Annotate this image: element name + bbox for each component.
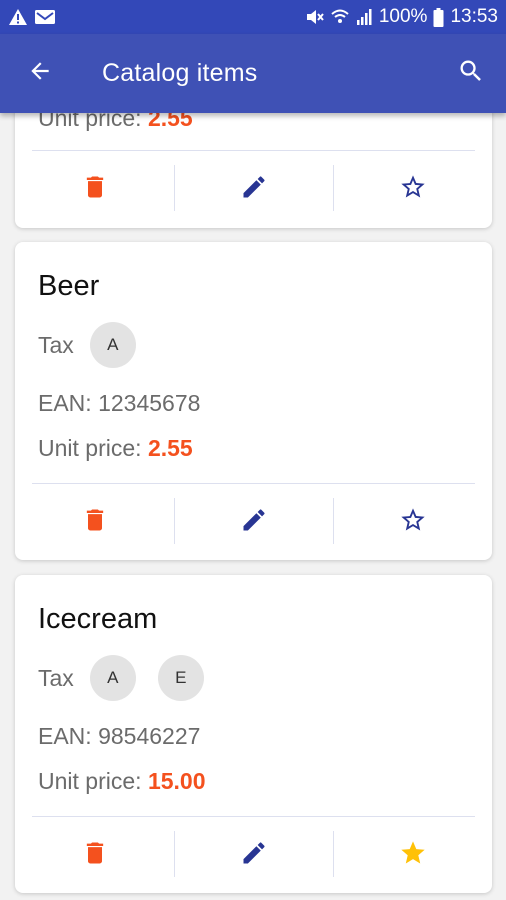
clock: 13:53 <box>450 6 498 27</box>
search-button[interactable] <box>436 34 506 113</box>
tax-row: Tax A E <box>38 655 226 701</box>
favorite-button[interactable] <box>333 151 492 227</box>
tax-chip: E <box>157 655 204 701</box>
arrow-back-icon <box>27 58 53 89</box>
unit-price: Unit price: 2.55 <box>38 435 193 462</box>
unit-price-label: Unit price: <box>38 768 148 794</box>
delete-icon <box>81 506 109 539</box>
delete-icon <box>81 173 109 206</box>
catalog-item-card: Beer Tax A EAN: 12345678 Unit price: 2.5… <box>15 242 492 560</box>
signal-icon <box>355 8 373 26</box>
edit-button[interactable] <box>174 151 333 227</box>
catalog-list[interactable]: Unit price: 2.55 Beer Tax A EAN: 1234567… <box>0 113 506 900</box>
ean: EAN: 12345678 <box>38 390 200 417</box>
unit-price-value: 2.55 <box>147 113 193 131</box>
ean-value: 98546227 <box>98 723 201 749</box>
battery-percent: 100% <box>378 6 428 27</box>
tax-chip: A <box>89 322 136 368</box>
tax-row: Tax A <box>38 322 158 368</box>
unit-price: Unit price: 15.00 <box>38 768 206 795</box>
tax-label: Tax <box>38 664 74 691</box>
card-actions <box>15 151 492 227</box>
unit-price-value: 2.55 <box>147 435 193 461</box>
search-icon <box>457 57 485 90</box>
mute-icon <box>305 8 325 26</box>
delete-button[interactable] <box>15 484 174 560</box>
card-actions <box>15 817 492 893</box>
tax-label: Tax <box>38 331 74 358</box>
item-name: Beer <box>38 270 100 302</box>
delete-icon <box>81 839 109 872</box>
tax-chip: A <box>89 655 136 701</box>
star-outline-icon <box>399 506 427 539</box>
favorite-button[interactable] <box>333 484 492 560</box>
status-bar: 100% 13:53 <box>0 0 506 34</box>
star-filled-icon <box>399 839 427 872</box>
edit-icon <box>240 173 268 206</box>
unit-price-label: Unit price: <box>38 113 148 131</box>
wifi-icon <box>331 8 349 26</box>
catalog-item-card: Unit price: 2.55 <box>15 113 492 228</box>
back-button[interactable] <box>0 34 80 113</box>
edit-button[interactable] <box>174 817 333 893</box>
ean: EAN: 98546227 <box>38 723 200 750</box>
item-name: Icecream <box>38 603 158 635</box>
battery-icon <box>433 7 444 27</box>
app-bar: Catalog items <box>0 34 506 113</box>
page-title: Catalog items <box>102 59 258 87</box>
ean-value: 12345678 <box>98 390 201 416</box>
catalog-item-card: Icecream Tax A E EAN: 98546227 Unit pric… <box>15 575 492 893</box>
edit-icon <box>240 506 268 539</box>
card-actions <box>15 484 492 560</box>
unit-price: Unit price: 2.55 <box>38 113 193 132</box>
warning-icon <box>8 8 28 26</box>
star-outline-icon <box>399 173 427 206</box>
favorite-button[interactable] <box>333 817 492 893</box>
edit-icon <box>240 839 268 872</box>
unit-price-value: 15.00 <box>147 768 206 794</box>
edit-button[interactable] <box>174 484 333 560</box>
delete-button[interactable] <box>15 817 174 893</box>
unit-price-label: Unit price: <box>38 435 148 461</box>
ean-label: EAN: <box>38 390 99 416</box>
ean-label: EAN: <box>38 723 99 749</box>
mail-icon <box>34 8 56 26</box>
delete-button[interactable] <box>15 151 174 227</box>
